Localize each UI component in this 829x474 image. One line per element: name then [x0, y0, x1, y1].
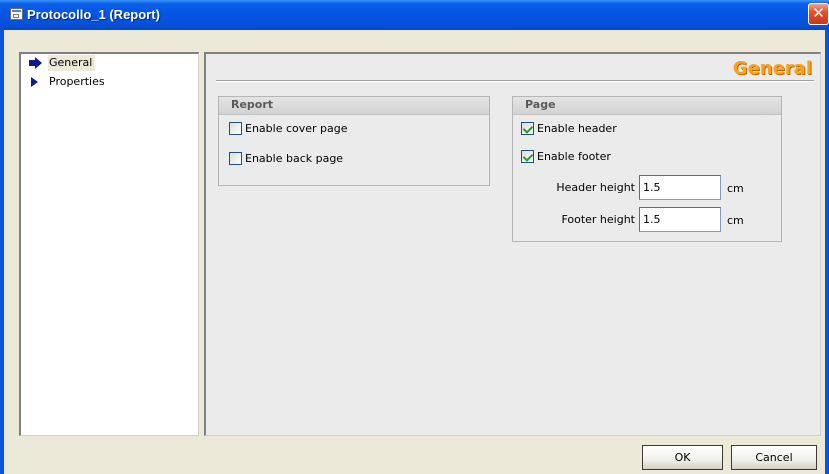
nav-item-label: General [48, 55, 96, 71]
page-group: Page Enable header Enable footer Header … [512, 96, 782, 242]
checkbox-box[interactable] [229, 152, 242, 165]
close-button[interactable]: ✕ [808, 3, 829, 25]
blue-arrow-right-icon [29, 57, 43, 69]
checkbox-box-checked[interactable] [521, 150, 534, 163]
report-group-header: Report [219, 97, 489, 115]
navigation-tree: General Properties [19, 52, 199, 436]
close-icon: ✕ [812, 4, 825, 22]
dialog-window: Protocollo_1 (Report) ✕ General Properti… [0, 0, 829, 474]
checkbox-label: Enable footer [537, 150, 611, 163]
section-title: General [732, 58, 812, 79]
page-group-title: Page [525, 98, 556, 111]
settings-content-panel: General Report Enable cover page Enable … [204, 52, 821, 436]
checkbox-label: Enable back page [245, 152, 344, 165]
nav-item-properties[interactable]: Properties [21, 74, 197, 90]
checkbox-label: Enable header [537, 122, 617, 135]
checkbox-box-checked[interactable] [521, 122, 534, 135]
report-group: Report Enable cover page Enable back pag… [218, 96, 490, 186]
footer-height-unit: cm [727, 214, 744, 227]
nav-item-label: Properties [49, 75, 105, 88]
cancel-button[interactable]: Cancel [731, 445, 817, 470]
report-group-title: Report [231, 98, 274, 111]
footer-height-label: Footer height [561, 213, 635, 226]
nav-item-general[interactable]: General [21, 55, 197, 71]
report-window-icon [10, 8, 23, 20]
section-divider [216, 80, 814, 82]
blue-triangle-right-icon [31, 77, 38, 87]
ok-button[interactable]: OK [642, 445, 723, 470]
header-height-unit: cm [727, 182, 744, 195]
page-group-header: Page [513, 97, 781, 115]
checkbox-label: Enable cover page [245, 122, 348, 135]
checkbox-box[interactable] [229, 122, 242, 135]
header-height-label: Header height [556, 181, 635, 194]
header-height-input[interactable] [639, 175, 721, 200]
title-bar[interactable]: Protocollo_1 (Report) ✕ [0, 0, 829, 30]
window-title: Protocollo_1 (Report) [27, 7, 160, 22]
footer-height-input[interactable] [639, 207, 721, 232]
